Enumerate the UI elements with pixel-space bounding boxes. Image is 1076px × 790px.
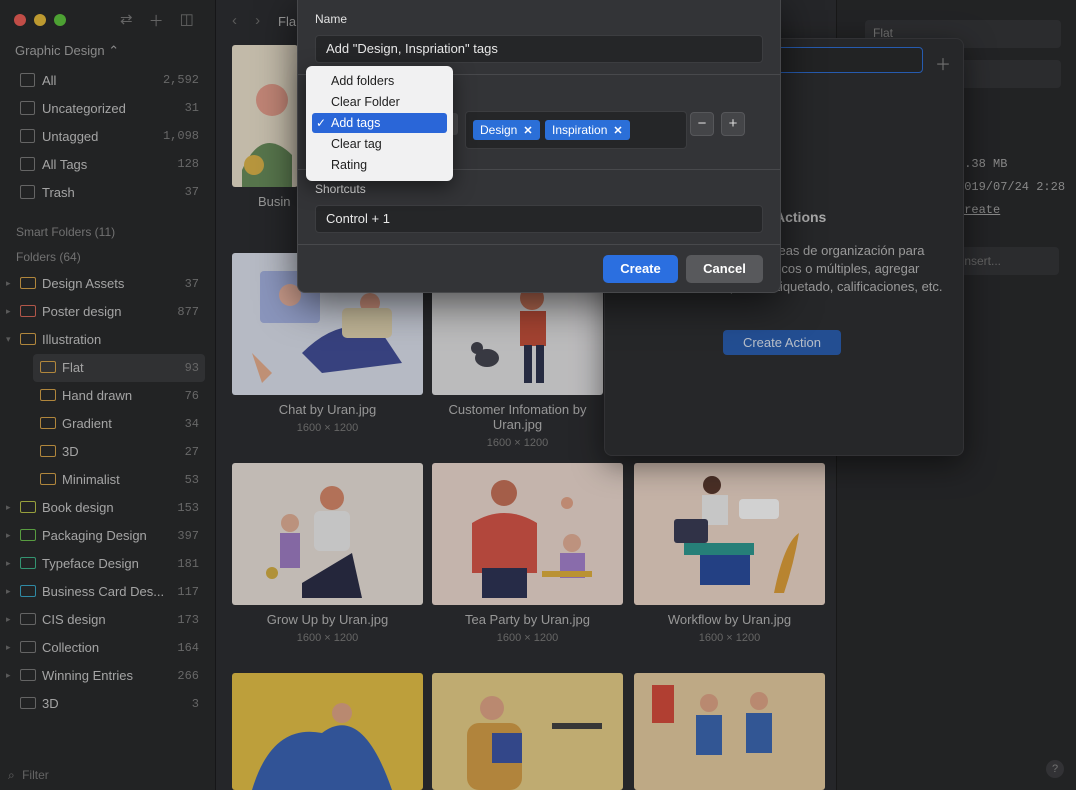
remove-step-button[interactable]: − (690, 112, 714, 136)
cancel-button[interactable]: Cancel (686, 255, 763, 283)
tag-chip-design[interactable]: Design ✕ (473, 120, 540, 140)
menu-item-clear-folder[interactable]: Clear Folder (312, 92, 447, 112)
checkmark-icon: ✓ (316, 116, 327, 130)
tag-chip-inspiration[interactable]: Inspiration ✕ (545, 120, 630, 140)
tags-input[interactable]: Design ✕ Inspiration ✕ (465, 111, 687, 149)
menu-item-add-folders[interactable]: Add folders (312, 71, 447, 91)
name-label: Name (315, 12, 348, 26)
menu-item-label: Rating (331, 158, 368, 172)
menu-item-label: Add tags (331, 116, 381, 130)
menu-item-rating[interactable]: Rating (312, 155, 447, 175)
name-input[interactable]: Add "Design, Inspriation" tags (315, 35, 763, 63)
menu-item-add-tags[interactable]: ✓ Add tags (312, 113, 447, 133)
menu-item-label: Clear Folder (331, 95, 400, 109)
divider (298, 244, 780, 245)
remove-tag-icon[interactable]: ✕ (523, 125, 532, 137)
menu-item-label: Add folders (331, 74, 395, 88)
remove-tag-icon[interactable]: ✕ (613, 125, 622, 137)
menu-item-label: Clear tag (331, 137, 382, 151)
menu-item-clear-tag[interactable]: Clear tag (312, 134, 447, 154)
shortcut-input[interactable]: Control + 1 (315, 205, 763, 233)
tag-label: Inspiration (552, 123, 608, 137)
create-button[interactable]: Create (603, 255, 678, 283)
app-window: ⇄ ＋ ◫ Graphic Design ⌃ All 2,592 Uncateg… (0, 0, 1076, 790)
tag-label: Design (480, 123, 518, 137)
action-type-menu: Add folders Clear Folder ✓ Add tags Clear… (306, 66, 453, 181)
shortcuts-label: Shortcuts (315, 182, 366, 196)
add-step-button[interactable]: + (721, 112, 745, 136)
